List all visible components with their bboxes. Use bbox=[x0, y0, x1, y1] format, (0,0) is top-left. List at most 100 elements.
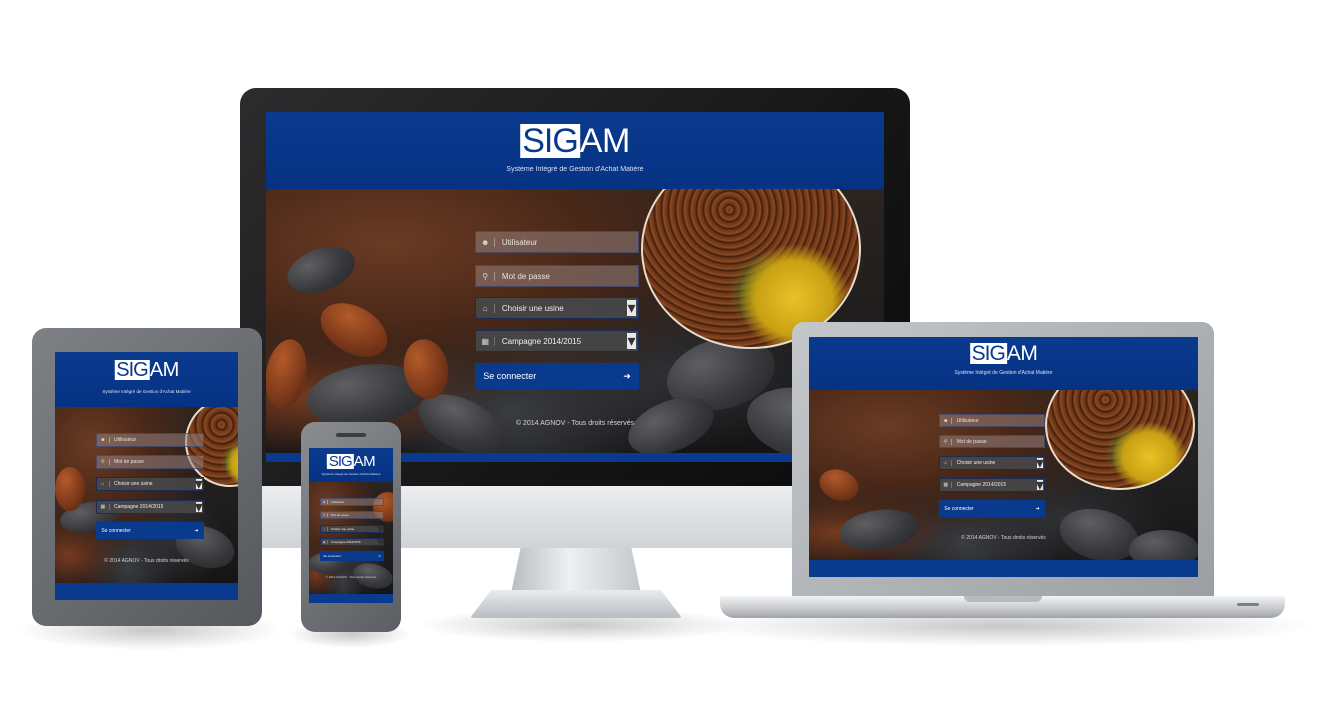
key-icon: ⚲ bbox=[321, 513, 329, 517]
logo-rest-text: AM bbox=[149, 359, 180, 381]
factory-select-value: Choisir une usine bbox=[501, 303, 564, 313]
app-footer bbox=[809, 560, 1198, 577]
factory-select[interactable]: ⌂ Choisir une usine ▾ bbox=[96, 477, 204, 491]
password-field[interactable]: ⚲ Mot de passe bbox=[320, 511, 384, 519]
tablet-screen: SIG AM Système Intégré de Gestion d'Achat… bbox=[55, 352, 238, 600]
login-button-label: Se connecter bbox=[944, 505, 974, 512]
login-button[interactable]: Se connecter ➜ bbox=[475, 363, 639, 389]
app-header: SIG AM Système Intégré de Gestion d'Achat… bbox=[309, 448, 393, 483]
app-footer bbox=[55, 582, 238, 600]
copyright-text: © 2014 AGNOV - Tous droits réservés bbox=[104, 558, 189, 564]
bean-shape bbox=[815, 463, 863, 506]
app-header: SIG AM Système Intégré de Gestion d'Achat… bbox=[55, 352, 238, 407]
campaign-select-value: Campagne 2014/2015 bbox=[113, 504, 164, 510]
sigam-logo: SIG AM bbox=[520, 124, 630, 158]
login-button[interactable]: Se connecter ➜ bbox=[939, 500, 1045, 517]
app-tagline: Système Intégré de Gestion d'Achat Matiè… bbox=[102, 389, 191, 394]
chevron-down-icon[interactable]: ▾ bbox=[626, 333, 637, 350]
login-form: ☻ Utilisateur ⚲ Mot de passe ⌂ Choisir u… bbox=[96, 433, 204, 543]
bean-shape bbox=[836, 504, 922, 556]
laptop-indicator-light bbox=[1237, 603, 1259, 606]
device-mockup-stage: SIG AM Système Intégré de Gestion d'Achat… bbox=[0, 0, 1335, 705]
logo-boxed-text: SIG bbox=[326, 453, 354, 470]
sign-in-icon: ➜ bbox=[378, 554, 381, 558]
username-placeholder: Utilisateur bbox=[501, 237, 538, 247]
campaign-select-value: Campagne 2014/2015 bbox=[956, 482, 1007, 488]
factory-select[interactable]: ⌂ Choisir une usine ▾ bbox=[939, 456, 1045, 470]
username-field[interactable]: ☻ Utilisateur bbox=[939, 414, 1045, 427]
campaign-select[interactable]: ▦ Campagne 2014/2015 ▾ bbox=[320, 538, 384, 546]
username-placeholder: Utilisateur bbox=[113, 437, 137, 443]
chevron-down-icon[interactable]: ▾ bbox=[195, 478, 203, 490]
chevron-down-icon[interactable]: ▾ bbox=[1036, 457, 1044, 469]
campaign-select[interactable]: ▦ Campagne 2014/2015 ▾ bbox=[939, 478, 1045, 492]
login-button-label: Se connecter bbox=[323, 554, 341, 558]
chevron-down-icon[interactable]: ▾ bbox=[626, 300, 637, 317]
username-placeholder: Utilisateur bbox=[956, 417, 979, 424]
calendar-icon: ▦ bbox=[476, 336, 496, 346]
password-field[interactable]: ⚲ Mot de passe bbox=[96, 455, 204, 469]
login-form: ☻ Utilisateur ⚲ Mot de passe ⌂ Choisir u… bbox=[320, 498, 384, 568]
chevron-down-icon[interactable]: ▾ bbox=[1036, 479, 1044, 491]
bean-shape bbox=[280, 238, 362, 302]
laptop-screen: SIG AM Système Intégré de Gestion d'Achat… bbox=[809, 337, 1198, 577]
username-field[interactable]: ☻ Utilisateur bbox=[320, 498, 384, 506]
user-icon: ☻ bbox=[321, 500, 329, 504]
campaign-select[interactable]: ▦ Campagne 2014/2015 ▾ bbox=[475, 330, 639, 352]
copyright-text: © 2014 AGNOV - Tous droits réservés bbox=[325, 575, 377, 579]
chevron-down-icon[interactable]: ▾ bbox=[377, 526, 383, 532]
login-page: SIG AM Système Intégré de Gestion d'Achat… bbox=[309, 448, 393, 603]
sign-in-icon: ➜ bbox=[623, 370, 631, 381]
key-icon: ⚲ bbox=[476, 271, 496, 281]
campaign-select[interactable]: ▦ Campagne 2014/2015 ▾ bbox=[96, 500, 204, 514]
logo-boxed-text: SIG bbox=[969, 342, 1007, 365]
logo-boxed-text: SIG bbox=[114, 359, 150, 381]
sign-in-icon: ➜ bbox=[1035, 505, 1040, 512]
chevron-down-icon[interactable]: ▾ bbox=[377, 539, 383, 545]
app-header: SIG AM Système Intégré de Gestion d'Achat… bbox=[266, 112, 884, 189]
login-page: SIG AM Système Intégré de Gestion d'Achat… bbox=[55, 352, 238, 600]
campaign-select-value: Campagne 2014/2015 bbox=[501, 336, 582, 346]
factory-select[interactable]: ⌂ Choisir une usine ▾ bbox=[475, 297, 639, 319]
password-placeholder: Mot de passe bbox=[956, 438, 987, 445]
phone-screen: SIG AM Système Intégré de Gestion d'Achat… bbox=[309, 448, 393, 603]
home-icon: ⌂ bbox=[321, 527, 329, 531]
username-field[interactable]: ☻ Utilisateur bbox=[96, 433, 204, 447]
user-icon: ☻ bbox=[476, 237, 496, 247]
login-button-label: Se connecter bbox=[101, 527, 131, 534]
logo-boxed-text: SIG bbox=[520, 122, 580, 160]
factory-select-value: Choisir une usine bbox=[956, 460, 996, 466]
copyright-text: © 2014 AGNOV - Tous droits réservés bbox=[961, 535, 1046, 541]
username-placeholder: Utilisateur bbox=[330, 500, 345, 504]
laptop-opening-notch bbox=[964, 596, 1042, 602]
calendar-icon: ▦ bbox=[97, 504, 110, 510]
login-button[interactable]: Se connecter ➜ bbox=[320, 551, 384, 561]
app-footer bbox=[309, 593, 393, 603]
sign-in-icon: ➜ bbox=[194, 527, 199, 534]
bean-shape bbox=[55, 466, 85, 511]
app-tagline: Système Intégré de Gestion d'Achat Matiè… bbox=[506, 166, 644, 173]
app-tagline: Système Intégré de Gestion d'Achat Matiè… bbox=[321, 472, 381, 476]
home-icon: ⌂ bbox=[940, 460, 953, 466]
coffee-cocoa-plate bbox=[1045, 389, 1195, 490]
calendar-icon: ▦ bbox=[940, 482, 953, 488]
login-button-label: Se connecter bbox=[483, 371, 537, 381]
login-button[interactable]: Se connecter ➜ bbox=[96, 522, 204, 539]
user-icon: ☻ bbox=[97, 437, 110, 443]
logo-rest-text: AM bbox=[579, 122, 631, 160]
app-header: SIG AM Système Intégré de Gestion d'Achat… bbox=[809, 337, 1198, 390]
campaign-select-value: Campagne 2014/2015 bbox=[330, 540, 361, 544]
factory-select[interactable]: ⌂ Choisir une usine ▾ bbox=[320, 525, 384, 533]
bean-shape bbox=[266, 336, 312, 412]
chevron-down-icon[interactable]: ▾ bbox=[195, 501, 203, 513]
phone-speaker bbox=[336, 433, 366, 437]
calendar-icon: ▦ bbox=[321, 540, 329, 544]
password-placeholder: Mot de passe bbox=[501, 271, 550, 281]
password-placeholder: Mot de passe bbox=[330, 513, 349, 517]
app-tagline: Système Intégré de Gestion d'Achat Matiè… bbox=[954, 370, 1053, 376]
home-icon: ⌂ bbox=[97, 481, 110, 487]
password-field[interactable]: ⚲ Mot de passe bbox=[939, 435, 1045, 448]
login-page: SIG AM Système Intégré de Gestion d'Achat… bbox=[809, 337, 1198, 577]
password-field[interactable]: ⚲ Mot de passe bbox=[475, 265, 639, 287]
username-field[interactable]: ☻ Utilisateur bbox=[475, 231, 639, 253]
